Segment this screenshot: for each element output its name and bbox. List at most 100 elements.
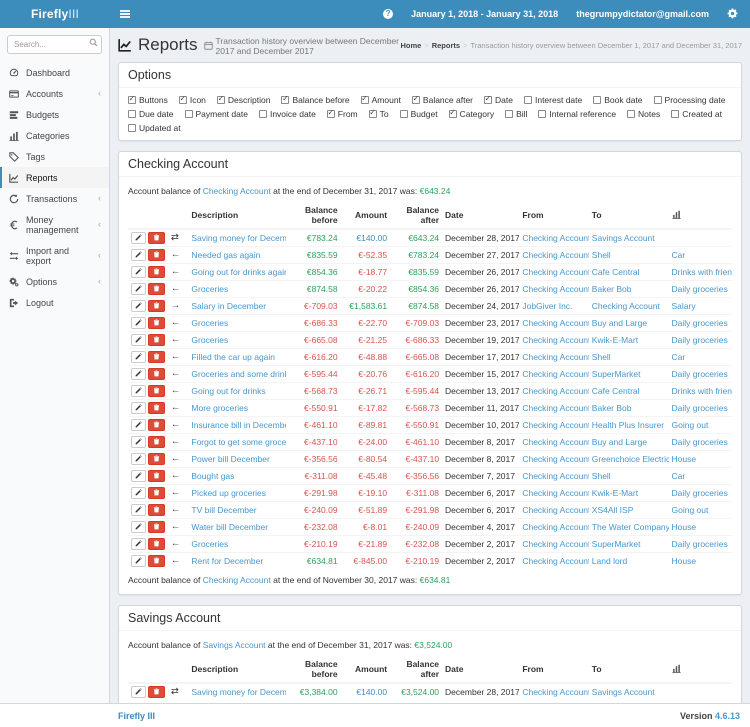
delete-button[interactable] bbox=[147, 248, 165, 261]
firefly-footer-link[interactable]: Firefly III bbox=[118, 711, 155, 721]
from-account-link[interactable]: JobGiver Inc. bbox=[522, 301, 572, 311]
from-account-link[interactable]: Checking Account bbox=[522, 437, 588, 447]
edit-button[interactable] bbox=[131, 231, 146, 244]
to-account-link[interactable]: Cafe Central bbox=[592, 267, 640, 277]
from-account-link[interactable]: Checking Account bbox=[522, 233, 588, 243]
edit-button[interactable] bbox=[131, 350, 146, 363]
sidebar-item-budgets[interactable]: Budgets bbox=[0, 104, 109, 125]
to-account-link[interactable]: XS4All ISP bbox=[592, 505, 634, 515]
app-logo[interactable]: Firefly III bbox=[0, 0, 110, 28]
option-checkbox-balance-after[interactable]: Balance after bbox=[411, 95, 473, 105]
edit-button[interactable] bbox=[131, 435, 146, 448]
category-link[interactable]: Daily groceries bbox=[672, 284, 728, 294]
edit-button[interactable] bbox=[131, 418, 146, 431]
option-checkbox-description[interactable]: Description bbox=[216, 95, 270, 105]
delete-button[interactable] bbox=[147, 554, 165, 567]
option-checkbox-buttons[interactable]: Buttons bbox=[128, 95, 168, 105]
to-account-link[interactable]: Kwik-E-Mart bbox=[592, 488, 638, 498]
from-account-link[interactable]: Checking Account bbox=[522, 454, 588, 464]
category-link[interactable]: Daily groceries bbox=[672, 539, 728, 549]
sidebar-item-tags[interactable]: Tags bbox=[0, 146, 109, 167]
edit-button[interactable] bbox=[131, 265, 146, 278]
from-account-link[interactable]: Checking Account bbox=[522, 505, 588, 515]
from-account-link[interactable]: Checking Account bbox=[522, 556, 588, 566]
sidebar-item-options[interactable]: Options ‹ bbox=[0, 271, 109, 292]
checkbox-icon[interactable] bbox=[505, 109, 514, 118]
option-checkbox-to[interactable]: To bbox=[368, 109, 389, 119]
checkbox-icon[interactable] bbox=[258, 109, 267, 118]
transaction-link[interactable]: Saving money for December bbox=[191, 687, 286, 697]
from-account-link[interactable]: Checking Account bbox=[522, 403, 588, 413]
category-link[interactable]: Going out bbox=[672, 420, 709, 430]
to-account-link[interactable]: SuperMarket bbox=[592, 539, 641, 549]
transaction-link[interactable]: Going out for drinks bbox=[191, 386, 265, 396]
transaction-link[interactable]: Power bill December bbox=[191, 454, 269, 464]
from-account-link[interactable]: Checking Account bbox=[522, 284, 588, 294]
checkbox-icon[interactable] bbox=[178, 95, 187, 104]
option-checkbox-bill[interactable]: Bill bbox=[505, 109, 527, 119]
transaction-link[interactable]: Forgot to get some groceries bbox=[191, 437, 286, 447]
edit-button[interactable] bbox=[131, 299, 146, 312]
edit-button[interactable] bbox=[131, 401, 146, 414]
to-account-link[interactable]: Savings Account bbox=[592, 687, 655, 697]
category-link[interactable]: Daily groceries bbox=[672, 403, 728, 413]
delete-button[interactable] bbox=[147, 685, 165, 698]
option-checkbox-category[interactable]: Category bbox=[448, 109, 494, 119]
delete-button[interactable] bbox=[147, 520, 165, 533]
transaction-link[interactable]: Rent for December bbox=[191, 556, 263, 566]
delete-button[interactable] bbox=[147, 401, 165, 414]
delete-button[interactable] bbox=[147, 469, 165, 482]
checkbox-icon[interactable] bbox=[411, 95, 420, 104]
transaction-link[interactable]: Groceries bbox=[191, 318, 228, 328]
from-account-link[interactable]: Checking Account bbox=[522, 488, 588, 498]
option-checkbox-interest-date[interactable]: Interest date bbox=[523, 95, 582, 105]
checkbox-icon[interactable] bbox=[538, 109, 547, 118]
transaction-link[interactable]: Insurance bill in December bbox=[191, 420, 286, 430]
edit-button[interactable] bbox=[131, 367, 146, 380]
from-account-link[interactable]: Checking Account bbox=[522, 369, 588, 379]
from-account-link[interactable]: Checking Account bbox=[522, 267, 588, 277]
category-link[interactable]: Daily groceries bbox=[672, 488, 728, 498]
to-account-link[interactable]: Kwik-E-Mart bbox=[592, 335, 638, 345]
transaction-link[interactable]: Groceries bbox=[191, 335, 228, 345]
category-link[interactable]: Going out bbox=[672, 505, 709, 515]
option-checkbox-icon[interactable]: Icon bbox=[178, 95, 206, 105]
transaction-link[interactable]: Water bill December bbox=[191, 522, 268, 532]
from-account-link[interactable]: Checking Account bbox=[522, 687, 588, 697]
option-checkbox-date[interactable]: Date bbox=[484, 95, 513, 105]
category-link[interactable]: Salary bbox=[672, 301, 696, 311]
edit-button[interactable] bbox=[131, 520, 146, 533]
delete-button[interactable] bbox=[147, 350, 165, 363]
checkbox-icon[interactable] bbox=[627, 109, 636, 118]
checkbox-icon[interactable] bbox=[216, 95, 225, 104]
category-link[interactable]: Daily groceries bbox=[672, 318, 728, 328]
edit-button[interactable] bbox=[131, 685, 146, 698]
search-icon[interactable] bbox=[89, 38, 98, 47]
edit-button[interactable] bbox=[131, 503, 146, 516]
delete-button[interactable] bbox=[147, 503, 165, 516]
from-account-link[interactable]: Checking Account bbox=[522, 522, 588, 532]
savings-account-link[interactable]: Savings Account bbox=[203, 640, 266, 650]
category-link[interactable]: House bbox=[672, 454, 697, 464]
category-link[interactable]: Daily groceries bbox=[672, 369, 728, 379]
to-account-link[interactable]: Greenchoice Electricity bbox=[592, 454, 669, 464]
to-account-link[interactable]: Shell bbox=[592, 250, 611, 260]
sidebar-item-transactions[interactable]: Transactions ‹ bbox=[0, 188, 109, 209]
checkbox-icon[interactable] bbox=[368, 109, 377, 118]
option-checkbox-updated-at[interactable]: Updated at bbox=[128, 123, 181, 133]
checkbox-icon[interactable] bbox=[399, 109, 408, 118]
sidebar-item-money-management[interactable]: Money management ‹ bbox=[0, 209, 109, 240]
category-link[interactable]: Car bbox=[672, 352, 686, 362]
category-link[interactable]: House bbox=[672, 556, 697, 566]
to-account-link[interactable]: Shell bbox=[592, 471, 611, 481]
checkbox-icon[interactable] bbox=[281, 95, 290, 104]
delete-button[interactable] bbox=[147, 282, 165, 295]
delete-button[interactable] bbox=[147, 435, 165, 448]
checkbox-icon[interactable] bbox=[671, 109, 680, 118]
edit-button[interactable] bbox=[131, 384, 146, 397]
version-link[interactable]: 4.6.13 bbox=[715, 711, 740, 721]
transaction-link[interactable]: Filled the car up again bbox=[191, 352, 275, 362]
transaction-link[interactable]: Needed gas again bbox=[191, 250, 260, 260]
delete-button[interactable] bbox=[147, 537, 165, 550]
edit-button[interactable] bbox=[131, 554, 146, 567]
